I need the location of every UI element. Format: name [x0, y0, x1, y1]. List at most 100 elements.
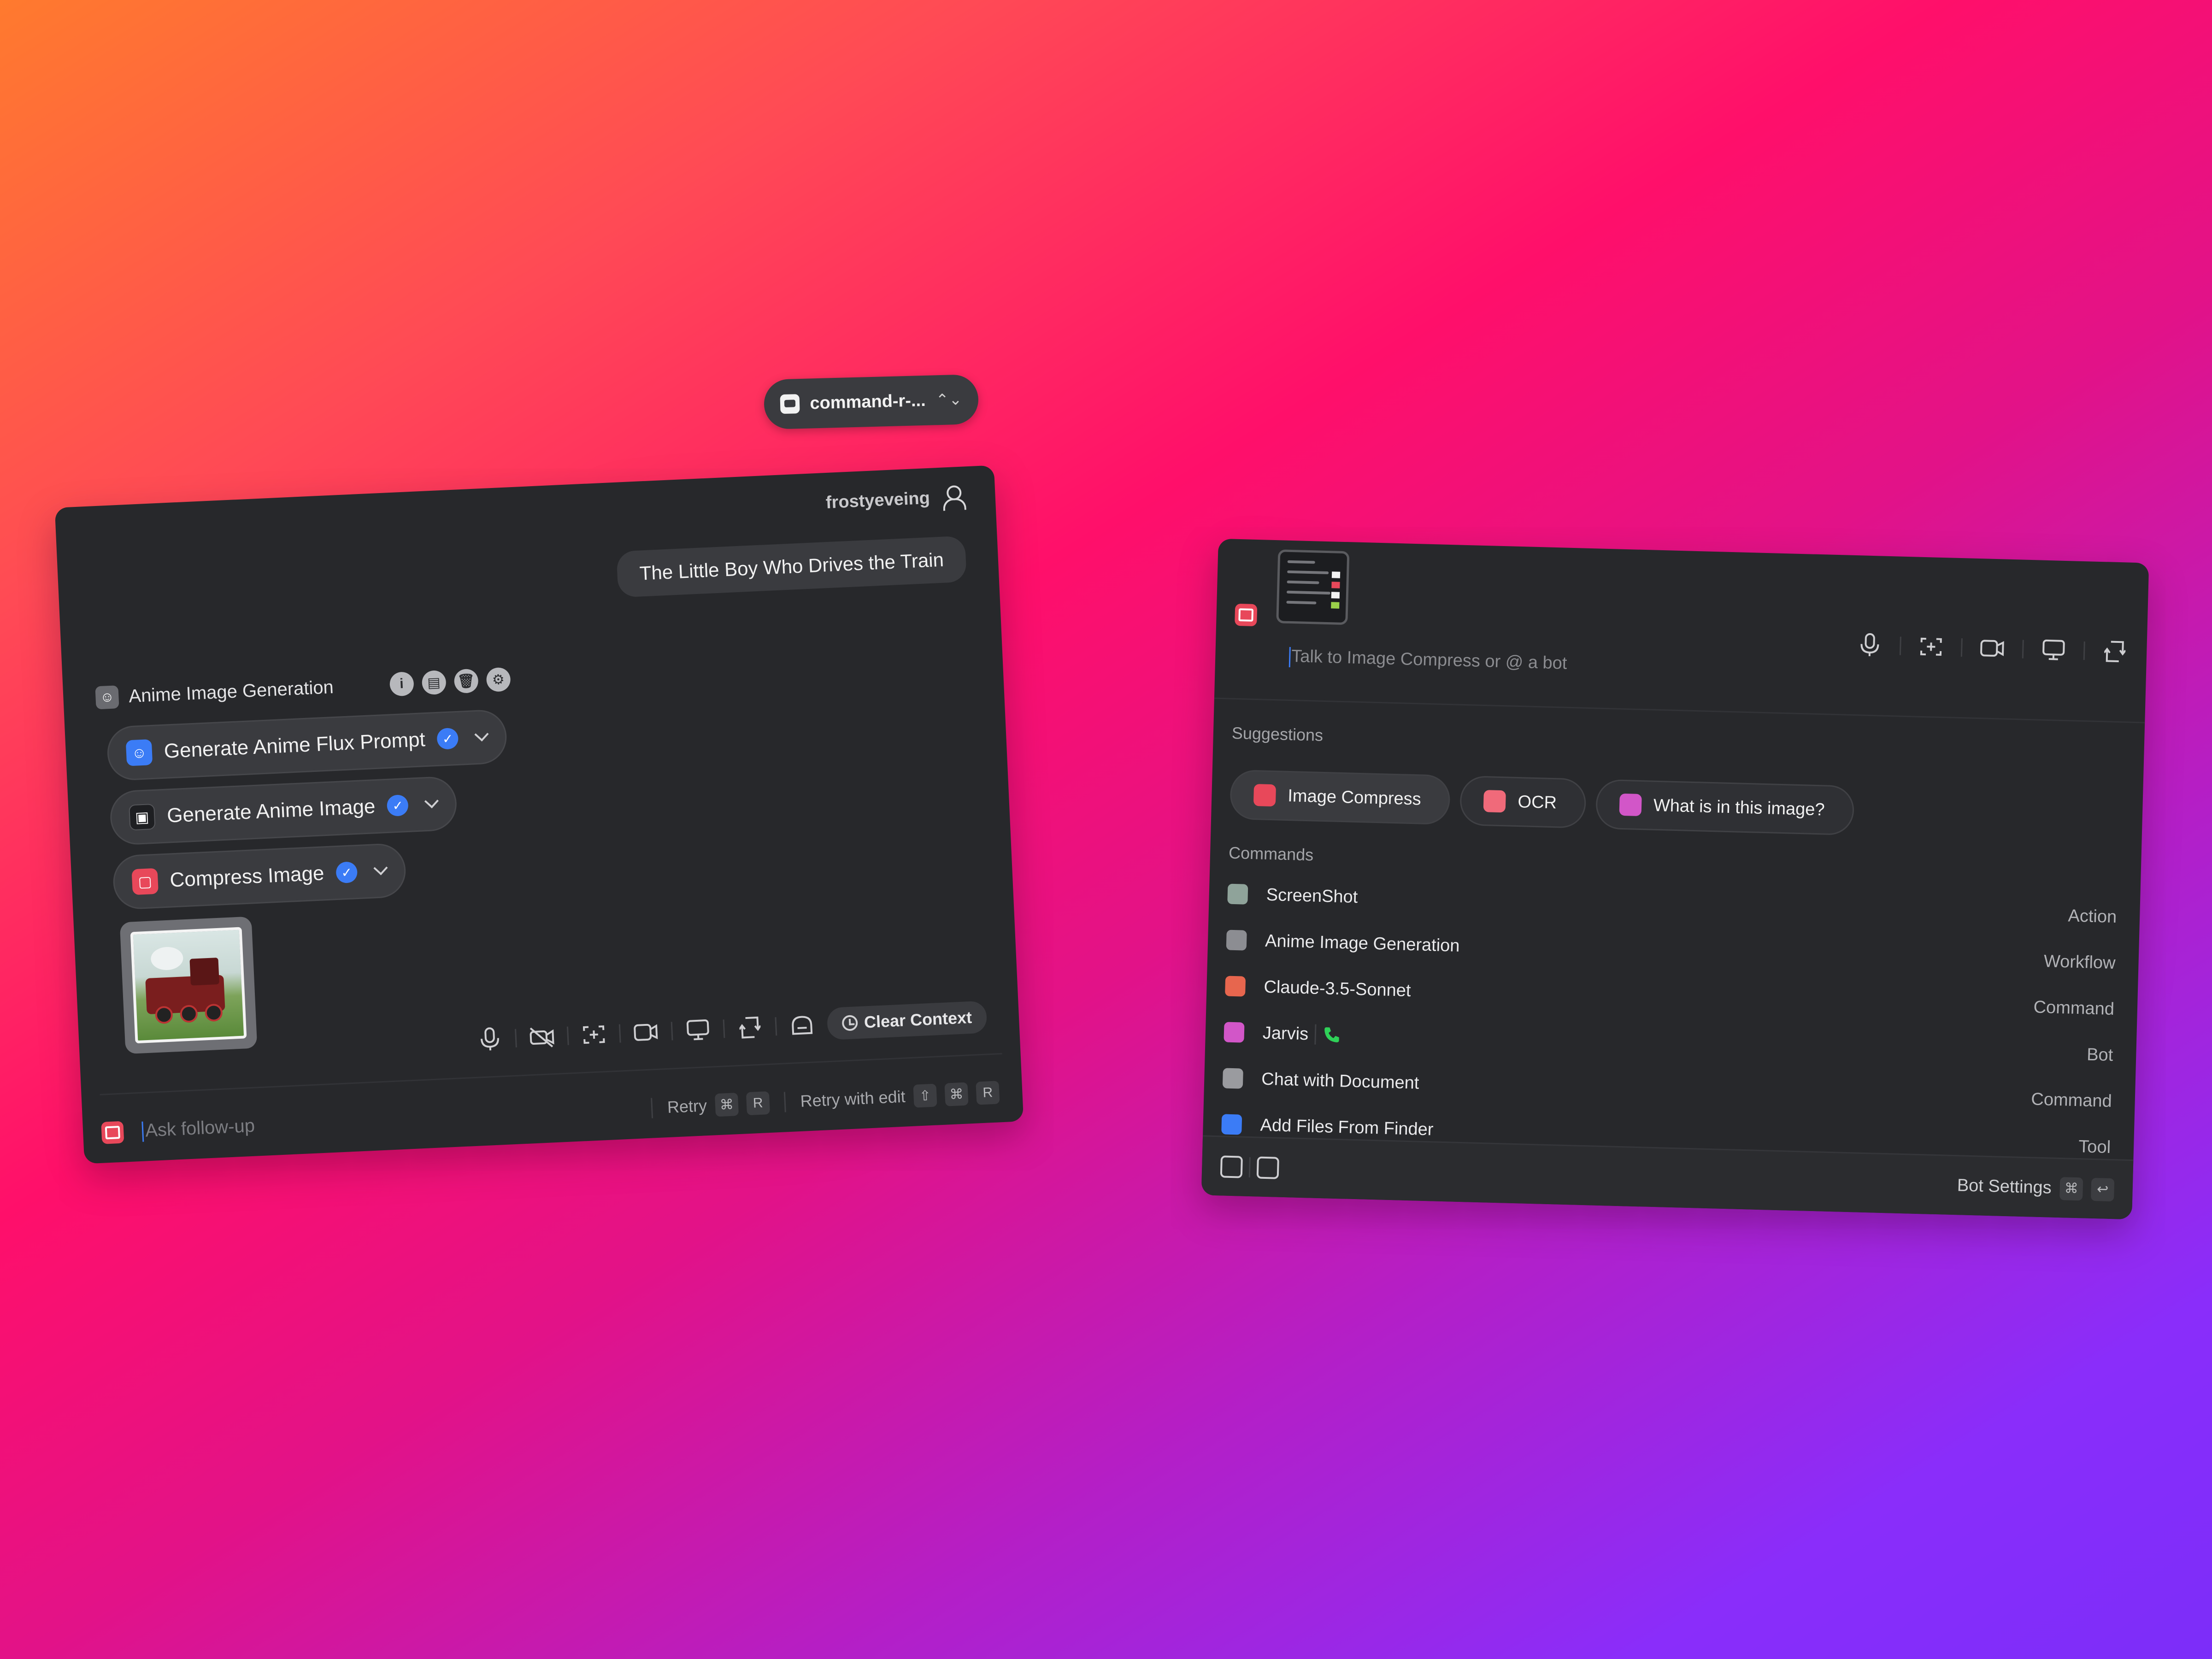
command-type: Command [2033, 997, 2115, 1019]
divider [1248, 1157, 1251, 1177]
divider [671, 1022, 673, 1041]
sort-icon[interactable] [1220, 1155, 1243, 1178]
model-selector-label: command-r-... [809, 390, 926, 413]
suggestion-chip[interactable]: OCR [1459, 775, 1587, 829]
user-header: frostyeveing [825, 485, 964, 514]
workflow-title: Anime Image Generation [128, 677, 334, 706]
step-label: Generate Anime Image [166, 795, 376, 827]
message-input[interactable]: Talk to Image Compress or @ a bot [1288, 647, 1567, 675]
robot-icon: ☺ [125, 739, 153, 766]
workflow-bot-icon [1226, 930, 1247, 951]
launcher-panel: Talk to Image Compress or @ a bot Sugges… [1201, 538, 2149, 1220]
command-type: Tool [2078, 1136, 2111, 1157]
suggestion-label: What is in this image? [1653, 795, 1825, 819]
command-key: ⌘ [2059, 1177, 2083, 1200]
phone-icon[interactable] [1323, 1025, 1341, 1044]
info-icon[interactable]: i [389, 671, 414, 697]
monitor-icon[interactable] [2040, 636, 2067, 664]
bot-icon[interactable] [788, 1011, 816, 1039]
divider [2022, 640, 2024, 659]
divider [1314, 1024, 1317, 1045]
commands-heading: Commands [1228, 843, 1314, 865]
workflow-step[interactable]: ☺ Generate Anime Flux Prompt ✓ [106, 709, 508, 782]
check-icon: ✓ [335, 861, 358, 884]
username: frostyeveing [825, 488, 930, 512]
workflow-step[interactable]: ▣ Generate Anime Image ✓ [109, 776, 458, 846]
video-icon[interactable] [1979, 635, 2006, 662]
bot-settings-button[interactable]: Bot Settings ⌘ ↩ [1957, 1174, 2115, 1201]
r-key: R [976, 1081, 1000, 1105]
chat-icon[interactable] [1256, 1156, 1279, 1179]
chevron-updown-icon: ⌃⌄ [935, 390, 963, 409]
image-compress-app-icon [101, 1121, 124, 1144]
sparkle-icon [1619, 793, 1642, 817]
trash-icon[interactable]: 🗑 [453, 668, 479, 694]
screenshot-icon[interactable] [1918, 633, 1945, 660]
return-key: ↩ [2091, 1177, 2115, 1201]
image-compress-app-icon [1235, 603, 1258, 627]
check-icon: ✓ [436, 727, 459, 750]
video-icon[interactable] [632, 1018, 660, 1047]
suggestion-chips: Image Compress OCR What is in this image… [1230, 769, 1854, 836]
chevron-down-icon[interactable] [373, 861, 388, 876]
command-type: Command [2030, 1089, 2112, 1111]
command-label: Jarvis [1262, 1023, 1309, 1044]
jarvis-icon [1224, 1022, 1245, 1043]
command-label: Chat with Document [1261, 1069, 1419, 1093]
document-icon[interactable]: ▤ [421, 670, 447, 695]
suggestion-chip[interactable]: What is in this image? [1595, 779, 1854, 836]
workflow-step[interactable]: ▢ Compress Image ✓ [112, 842, 407, 911]
screenshot-app-icon [1227, 883, 1248, 905]
r-key: R [746, 1091, 770, 1116]
divider [2083, 641, 2085, 660]
divider [1899, 636, 1901, 655]
compress-icon: ▢ [131, 868, 159, 895]
monitor-icon[interactable] [684, 1016, 712, 1044]
screenshot-icon[interactable] [580, 1021, 608, 1049]
camera-off-icon[interactable] [528, 1023, 556, 1051]
app-switch-icon[interactable] [2101, 638, 2129, 665]
app-switch-icon[interactable] [736, 1013, 764, 1041]
command-label: Add Files From Finder [1260, 1115, 1434, 1139]
clear-context-button[interactable]: Clear Context [826, 1000, 988, 1041]
retry-controls: Retry ⌘ R Retry with edit ⇧ ⌘ R [644, 1081, 1000, 1120]
divider [618, 1024, 621, 1043]
follow-up-composer: Ask follow-up Retry ⌘ R Retry with edit … [100, 1065, 1000, 1160]
command-key: ⌘ [944, 1082, 969, 1106]
generated-image-thumbnail[interactable] [119, 916, 258, 1054]
command-type: Workflow [2043, 951, 2116, 973]
image-compress-icon [1253, 784, 1277, 807]
step-label: Compress Image [169, 862, 325, 892]
follow-up-input[interactable]: Ask follow-up [141, 1098, 645, 1142]
retry-button[interactable]: Retry [667, 1096, 707, 1117]
divider [651, 1098, 653, 1118]
input-divider [1214, 697, 2145, 724]
train-image [130, 927, 247, 1044]
settings-icon[interactable]: ⚙ [486, 667, 511, 692]
microphone-icon[interactable] [476, 1025, 504, 1053]
attached-screenshot-thumbnail[interactable] [1276, 549, 1350, 625]
command-label: Anime Image Generation [1265, 931, 1460, 956]
command-label: ScreenShot [1266, 885, 1358, 907]
chevron-down-icon[interactable] [474, 727, 489, 742]
divider [514, 1029, 517, 1047]
clock-icon [841, 1015, 858, 1031]
step-label: Generate Anime Flux Prompt [163, 728, 426, 763]
command-type: Bot [2086, 1045, 2113, 1065]
model-selector[interactable]: command-r-... ⌃⌄ [763, 374, 979, 430]
clear-context-label: Clear Context [864, 1007, 972, 1032]
user-icon[interactable] [941, 485, 964, 509]
suggestion-chip[interactable]: Image Compress [1230, 769, 1451, 825]
chevron-down-icon[interactable] [424, 794, 439, 809]
check-icon: ✓ [387, 794, 409, 817]
retry-with-edit-button[interactable]: Retry with edit [800, 1087, 906, 1111]
finder-icon [1221, 1114, 1242, 1135]
suggestion-label: OCR [1518, 792, 1557, 812]
microphone-icon[interactable] [1856, 631, 1883, 659]
workflow-bot-icon: ☺ [95, 685, 119, 710]
suggestion-label: Image Compress [1287, 786, 1422, 809]
chat-panel: frostyeveing The Little Boy Who Drives t… [54, 465, 1024, 1164]
command-key: ⌘ [714, 1093, 739, 1117]
divider [566, 1026, 569, 1045]
image-gen-icon: ▣ [129, 803, 156, 831]
